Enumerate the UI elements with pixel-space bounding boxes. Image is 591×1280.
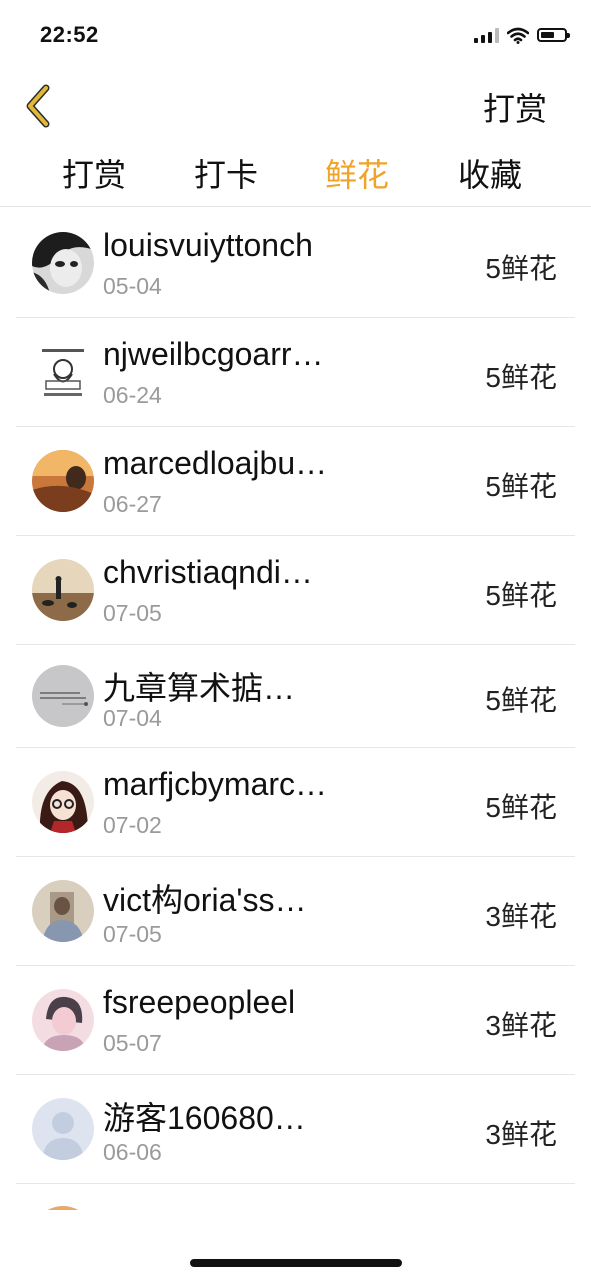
tab-checkin[interactable]: 打卡 xyxy=(194,150,258,196)
tab-flowers[interactable]: 鲜花 xyxy=(325,150,389,196)
status-icons xyxy=(474,24,570,46)
flower-count: 5鲜花 xyxy=(485,362,557,393)
list-item[interactable]: chvristiaqndi… 07-05 5鲜花 xyxy=(16,536,575,645)
avatar xyxy=(32,665,94,727)
flower-count: 5鲜花 xyxy=(485,253,557,284)
user-name: vict构oria'ss… xyxy=(103,882,307,918)
battery-icon xyxy=(537,28,570,42)
list-item[interactable]: vict构oria'ss… 07-05 3鲜花 xyxy=(16,857,575,966)
battery-level xyxy=(541,32,555,38)
tab-favorites[interactable]: 收藏 xyxy=(458,150,522,196)
flower-count: 5鲜花 xyxy=(485,580,557,611)
date: 06-24 xyxy=(103,382,162,408)
chevron-left-icon xyxy=(26,84,50,128)
list-item[interactable]: fsreepeopleel 05-07 3鲜花 xyxy=(16,966,575,1075)
user-name: louisvuiyttonch xyxy=(103,227,313,263)
avatar xyxy=(32,1098,94,1160)
tab-bar: 打赏 打卡 鲜花 收藏 xyxy=(0,140,591,207)
list-item[interactable]: marcedloajbu… 06-27 5鲜花 xyxy=(16,427,575,536)
list-item-partial[interactable] xyxy=(16,1184,575,1210)
user-name: marfjcbymarc… xyxy=(103,766,328,802)
date: 07-05 xyxy=(103,600,162,626)
date: 05-07 xyxy=(103,1030,162,1056)
avatar xyxy=(32,880,94,942)
flower-count: 5鲜花 xyxy=(485,471,557,502)
user-name: njweilbcgoarr… xyxy=(103,336,324,372)
date: 07-05 xyxy=(103,921,162,947)
avatar xyxy=(32,232,94,294)
avatar xyxy=(32,1206,94,1210)
avatar xyxy=(32,341,94,403)
flower-count: 3鲜花 xyxy=(485,901,557,932)
date: 06-06 xyxy=(103,1139,162,1165)
status-time: 22:52 xyxy=(40,22,99,47)
user-name: 游客160680… xyxy=(103,1100,306,1136)
user-name: marcedloajbu… xyxy=(103,445,328,481)
list-item[interactable]: njweilbcgoarr… 06-24 5鲜花 xyxy=(16,318,575,427)
status-bar: 22:52 xyxy=(0,0,591,70)
user-name: 九章算术掂… xyxy=(103,670,296,706)
wifi-icon xyxy=(507,27,529,44)
flower-count: 5鲜花 xyxy=(485,685,557,716)
list-item[interactable]: 九章算术掂… 07-04 5鲜花 xyxy=(16,645,575,748)
user-name: fsreepeopleel xyxy=(103,984,296,1020)
avatar xyxy=(32,559,94,621)
list-item[interactable]: 游客160680… 06-06 3鲜花 xyxy=(16,1075,575,1184)
date: 06-27 xyxy=(103,491,162,517)
list-item[interactable]: marfjcbymarc… 07-02 5鲜花 xyxy=(16,748,575,857)
flower-count: 5鲜花 xyxy=(485,792,557,823)
avatar xyxy=(32,989,94,1051)
avatar xyxy=(32,450,94,512)
home-indicator[interactable] xyxy=(190,1259,402,1267)
flower-count: 3鲜花 xyxy=(485,1010,557,1041)
date: 05-04 xyxy=(103,273,162,299)
list-item[interactable]: louisvuiyttonch 05-04 5鲜花 xyxy=(16,209,575,318)
flower-count: 3鲜花 xyxy=(485,1119,557,1150)
nav-bar: 打赏 xyxy=(0,70,591,140)
user-name: chvristiaqndi… xyxy=(103,554,313,590)
date: 07-04 xyxy=(103,705,162,731)
avatar xyxy=(32,771,94,833)
flower-list: louisvuiyttonch 05-04 5鲜花 njweilbcgoarr…… xyxy=(16,209,575,1210)
signal-icon xyxy=(474,27,499,43)
reward-button[interactable]: 打赏 xyxy=(483,84,547,130)
tab-reward[interactable]: 打赏 xyxy=(62,150,126,196)
date: 07-02 xyxy=(103,812,162,838)
back-button[interactable] xyxy=(22,84,62,128)
